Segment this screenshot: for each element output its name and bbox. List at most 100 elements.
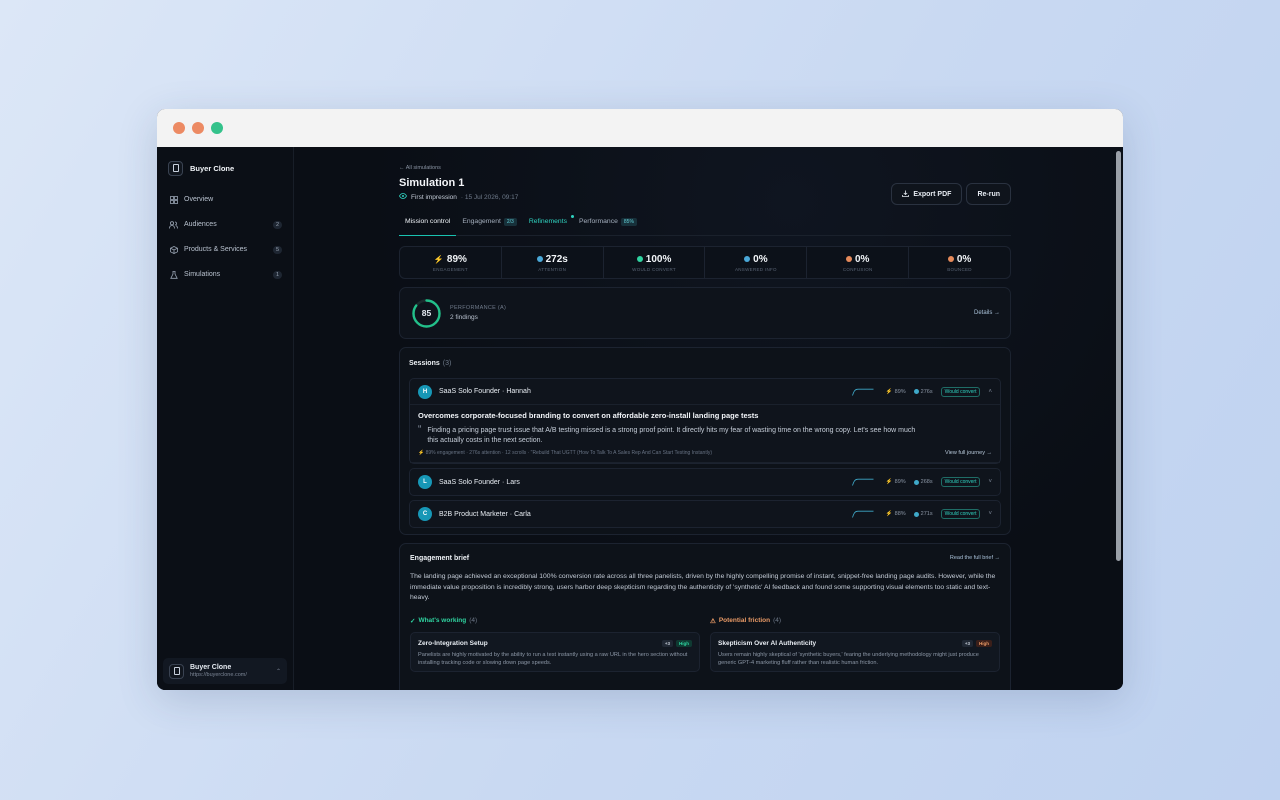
sidebar-item-label: Simulations (184, 271, 221, 278)
clock-icon (536, 256, 543, 262)
session-quote: Finding a pricing page trust issue that … (427, 427, 916, 444)
brand-logo-icon (168, 160, 183, 176)
card-description: Panelists are highly motivated by the ab… (418, 651, 688, 667)
friction-title: Potential friction (718, 617, 771, 625)
chevron-down-icon[interactable]: ˅ (988, 511, 992, 517)
stat-value: 100% (645, 253, 672, 265)
card-title: Zero-Integration Setup (418, 639, 488, 647)
tab-label: Refinements (528, 218, 567, 225)
workspace-logo-icon (169, 663, 184, 679)
back-link[interactable]: ← All simulations (399, 165, 1011, 171)
workspace-url: https://buyerclone.com/ (190, 672, 247, 678)
session-name: SaaS Solo Founder · Lars (439, 478, 520, 486)
engagement-sparkline (851, 510, 874, 518)
simulation-date: · 15 Jul 2026, 09:17 (460, 193, 519, 201)
card-title: Skepticism Over AI Authenticity (718, 639, 817, 647)
performance-score-ring: 85 (411, 298, 442, 329)
read-brief-link[interactable]: Read the full brief → (950, 555, 1000, 561)
stat-value: 89% (446, 253, 467, 265)
session-row[interactable]: L SaaS Solo Founder · Lars ⚡ 89% 268s Wou… (410, 469, 1000, 495)
brief-title: Engagement brief (410, 554, 470, 562)
sidebar-item-simulations[interactable]: Simulations 1 (164, 264, 287, 285)
engagement-value: 89% (894, 388, 906, 395)
session-detail: Overcomes corporate-focused branding to … (410, 405, 1000, 463)
stats-strip: ⚡ 89% ENGAGEMENT 272s ATTENTION 100% WOUL… (399, 246, 1011, 279)
quote-icon: “ (418, 424, 422, 435)
clock-icon (913, 511, 919, 517)
working-title: What's working (418, 617, 467, 625)
friction-column: ⚠ Potential friction (4) Skepticism Over A… (710, 617, 1000, 672)
status-badge: Would convert (940, 386, 981, 397)
tab-label: Mission control (405, 218, 451, 225)
view-journey-link[interactable]: View full journey → (945, 450, 992, 456)
session-meta: ⚡ 89% engagement · 276s attention · 12 s… (418, 450, 712, 456)
sessions-panel: Sessions (3) H SaaS Solo Founder · Hannah… (399, 347, 1011, 535)
sidebar-nav: Overview Audiences 2 Products & Services… (157, 189, 293, 285)
check-circle-icon (636, 256, 643, 262)
scrollbar[interactable] (1116, 151, 1121, 561)
count-badge: 5 (272, 245, 282, 254)
insight-card[interactable]: Skepticism Over AI Authenticity +3 High Us… (710, 631, 1000, 672)
sidebar-item-products[interactable]: Products & Services 5 (164, 239, 287, 260)
session-headline: Overcomes corporate-focused branding to … (418, 411, 759, 420)
tab-label: Engagement (462, 218, 501, 225)
working-count: (4) (469, 617, 478, 625)
session-row[interactable]: H SaaS Solo Founder · Hannah ⚡ 89% 276s W… (410, 379, 1000, 405)
sidebar-item-label: Products & Services (184, 246, 248, 253)
stat-label: ENGAGEMENT (432, 266, 468, 272)
engagement-metric: ⚡ 89% (886, 389, 906, 395)
export-pdf-button[interactable]: Export PDF (891, 183, 963, 205)
tab-mission-control[interactable]: Mission control (399, 218, 457, 236)
maximize-window-dot[interactable] (211, 122, 223, 134)
minimize-window-dot[interactable] (192, 122, 204, 134)
sidebar-item-audiences[interactable]: Audiences 2 (164, 214, 287, 235)
stat-engagement: ⚡ 89% ENGAGEMENT (400, 247, 502, 278)
count-badge: 2 (272, 220, 282, 229)
stat-value: 0% (753, 253, 768, 265)
sidebar-item-overview[interactable]: Overview (164, 189, 287, 210)
sessions-count: (3) (442, 359, 452, 367)
chevron-down-icon[interactable]: ˅ (988, 479, 992, 485)
tab-engagement[interactable]: Engagement 2/3 (456, 218, 523, 236)
level-badge: High (976, 639, 992, 647)
workspace-switcher[interactable]: Buyer Clone https://buyerclone.com/ ⌃ (163, 658, 287, 684)
engagement-value: 89% (894, 479, 906, 485)
brand[interactable]: Buyer Clone (157, 147, 293, 179)
findings-count: 2 findings (450, 314, 478, 321)
chevron-updown-icon: ⌃ (275, 668, 281, 675)
brand-name: Buyer Clone (190, 163, 235, 173)
engagement-value: 88% (894, 511, 906, 517)
session-row[interactable]: C B2B Product Marketer · Carla ⚡ 88% 271s… (410, 501, 1000, 527)
export-pdf-label: Export PDF (913, 190, 952, 198)
close-window-dot[interactable] (173, 122, 185, 134)
time-value: 276s (920, 388, 933, 395)
box-icon (169, 245, 178, 254)
details-link[interactable]: Details → (974, 310, 1000, 316)
performance-card: 85 PERFORMANCE (A) 2 findings Details → (399, 287, 1011, 339)
clock-icon (913, 479, 919, 485)
tab-performance[interactable]: Performance 85% (573, 218, 643, 236)
stat-label: CONFUSION (842, 266, 873, 272)
count-badge: 1 (272, 270, 282, 279)
chevron-up-icon[interactable]: ˄ (988, 389, 992, 395)
session-name: B2B Product Marketer · Carla (439, 510, 531, 518)
card-description: Users remain highly skeptical of 'synthe… (718, 651, 979, 667)
time-value: 271s (920, 511, 933, 517)
session-name: SaaS Solo Founder · Hannah (439, 388, 531, 395)
warning-icon: ⚠ (710, 617, 716, 625)
sidebar: Buyer Clone Overview Audiences 2 Product… (157, 147, 294, 690)
avatar: H (418, 384, 432, 399)
stat-label: WOULD CONVERT (632, 266, 676, 272)
plus-badge: +3 (661, 639, 673, 647)
engagement-metric: ⚡ 88% (886, 511, 906, 517)
info-icon (744, 256, 751, 262)
mode-label: First impression (411, 193, 457, 201)
stat-value: 272s (545, 253, 568, 265)
tab-refinements[interactable]: Refinements (523, 215, 574, 236)
engagement-sparkline (851, 478, 874, 486)
exit-icon (947, 256, 954, 262)
stat-attention: 272s ATTENTION (502, 247, 604, 278)
performance-score: 85 (421, 308, 432, 318)
insight-card[interactable]: Zero-Integration Setup +3 High Panelists a… (410, 631, 700, 672)
rerun-button[interactable]: Re-run (966, 183, 1011, 205)
